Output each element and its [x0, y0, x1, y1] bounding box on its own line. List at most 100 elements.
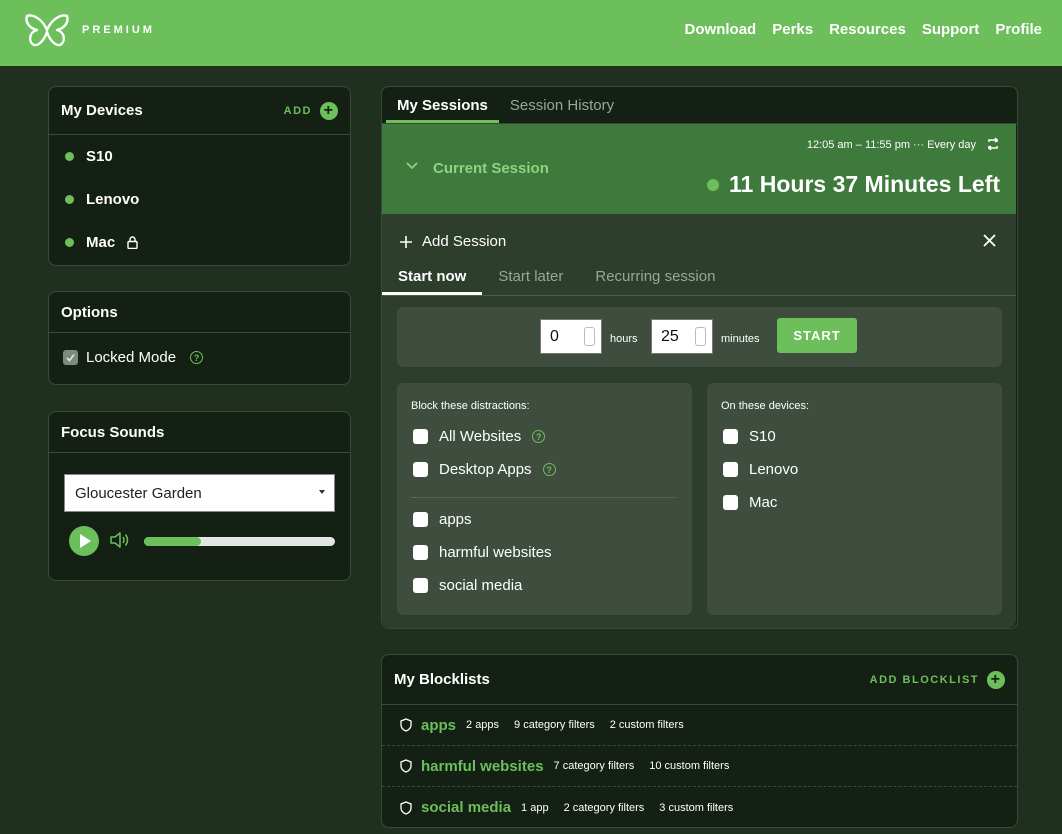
minutes-value: 25: [661, 328, 679, 345]
hours-input[interactable]: 0: [540, 319, 602, 354]
blocklist-row[interactable]: social media 1 app 2 category filters 3 …: [382, 787, 1017, 828]
help-icon[interactable]: ?: [532, 430, 546, 443]
target-device-label: S10: [749, 428, 776, 445]
target-device-option[interactable]: S10: [723, 428, 776, 445]
tab-my-sessions[interactable]: My Sessions: [386, 97, 499, 123]
blocklist-name[interactable]: social media: [421, 799, 511, 816]
help-icon[interactable]: ?: [542, 463, 556, 476]
distractions-label: Block these distractions:: [411, 400, 530, 412]
all-websites-option[interactable]: All Websites ?: [413, 428, 546, 445]
hours-stepper[interactable]: [584, 327, 595, 346]
locked-mode-row: Locked Mode ?: [49, 333, 350, 382]
devices-header: My Devices ADD +: [49, 87, 350, 135]
blocklist-checkbox[interactable]: [413, 512, 428, 527]
tab-recurring-session[interactable]: Recurring session: [579, 255, 731, 295]
target-device-option[interactable]: Mac: [723, 494, 777, 511]
blocklist-option-label: apps: [439, 511, 472, 528]
online-status-icon: [65, 238, 74, 247]
devices-title: My Devices: [61, 102, 143, 119]
nav-resources[interactable]: Resources: [829, 21, 906, 38]
device-name: Mac: [86, 234, 116, 251]
options-title: Options: [61, 303, 118, 321]
active-status-icon: [707, 179, 719, 191]
plus-circle-icon: +: [320, 101, 338, 120]
desktop-apps-option[interactable]: Desktop Apps ?: [413, 461, 556, 478]
add-blocklist-button[interactable]: ADD BLOCKLIST +: [870, 670, 1005, 689]
target-devices-label: On these devices:: [721, 400, 810, 412]
blocklist-row[interactable]: harmful websites 7 category filters 10 c…: [382, 746, 1017, 787]
locked-mode-label: Locked Mode: [86, 349, 177, 366]
blocklists-header: My Blocklists ADD BLOCKLIST +: [382, 655, 1017, 705]
start-button[interactable]: START: [777, 318, 857, 353]
tab-start-later[interactable]: Start later: [482, 255, 579, 295]
device-name: S10: [86, 148, 113, 165]
butterfly-logo-icon[interactable]: [24, 12, 70, 48]
chevron-down-icon: [319, 490, 325, 494]
lock-icon: [127, 236, 138, 249]
online-status-icon: [65, 195, 74, 204]
blocklist-name[interactable]: apps: [421, 717, 456, 734]
speaker-icon[interactable]: [109, 531, 131, 549]
shield-icon: [400, 800, 412, 815]
nav-download[interactable]: Download: [685, 21, 757, 38]
blocklist-option[interactable]: social media: [413, 577, 522, 594]
minutes-input[interactable]: 25: [651, 319, 713, 354]
sessions-tabs: My Sessions Session History: [382, 87, 1017, 124]
focus-sounds-title: Focus Sounds: [61, 423, 165, 441]
shield-icon: [400, 718, 412, 732]
nav-profile[interactable]: Profile: [995, 21, 1042, 38]
device-name: Lenovo: [86, 191, 140, 208]
top-bar: PREMIUM Download Perks Resources Support…: [0, 0, 1062, 66]
blocklist-meta: 10 custom filters: [649, 760, 730, 772]
minutes-stepper[interactable]: [695, 327, 706, 346]
blocklist-option[interactable]: apps: [413, 511, 472, 528]
duration-box: 0 hours 25 minutes START: [397, 307, 1002, 367]
blocklist-meta: 2 category filters: [563, 801, 645, 814]
all-websites-checkbox[interactable]: [413, 429, 428, 444]
blocklist-meta: 9 category filters: [514, 719, 595, 731]
close-icon[interactable]: [983, 234, 996, 247]
target-device-checkbox[interactable]: [723, 495, 738, 510]
session-type-tabs: Start now Start later Recurring session: [382, 255, 1016, 296]
blocklist-name[interactable]: harmful websites: [421, 758, 544, 775]
target-device-option[interactable]: Lenovo: [723, 461, 798, 478]
blocklist-checkbox[interactable]: [413, 578, 428, 593]
blocklist-checkbox[interactable]: [413, 545, 428, 560]
play-button[interactable]: [69, 526, 99, 556]
all-websites-label: All Websites: [439, 428, 522, 445]
sound-select[interactable]: Gloucester Garden: [64, 474, 335, 512]
nav-perks[interactable]: Perks: [772, 21, 813, 38]
add-device-button[interactable]: ADD +: [284, 101, 338, 120]
desktop-apps-checkbox[interactable]: [413, 462, 428, 477]
tab-start-now[interactable]: Start now: [382, 255, 483, 295]
sessions-card: My Sessions Session History Current Sess…: [381, 86, 1018, 629]
target-device-checkbox[interactable]: [723, 462, 738, 477]
blocklist-option[interactable]: harmful websites: [413, 544, 552, 561]
add-session-panel: Add Session Start now Start later Recurr…: [382, 214, 1016, 628]
current-session-band: Current Session 12:05 am – 11:55 pm ··· …: [382, 124, 1016, 214]
blocklist-row[interactable]: apps 2 apps 9 category filters 2 custom …: [382, 705, 1017, 746]
current-session-label[interactable]: Current Session: [433, 160, 549, 177]
volume-fill: [144, 537, 202, 546]
plus-circle-icon: +: [987, 670, 1005, 689]
brand-label: PREMIUM: [82, 24, 155, 36]
blocklist-meta: 7 category filters: [553, 760, 635, 772]
target-device-checkbox[interactable]: [723, 429, 738, 444]
chevron-down-icon[interactable]: [406, 162, 418, 170]
plus-icon: [400, 235, 412, 248]
target-device-label: Mac: [749, 494, 778, 511]
add-session-header[interactable]: Add Session: [400, 233, 506, 250]
device-item[interactable]: Mac: [49, 221, 350, 264]
locked-mode-checkbox[interactable]: [63, 350, 78, 365]
nav-support[interactable]: Support: [922, 21, 980, 38]
device-item[interactable]: S10: [49, 135, 350, 178]
help-icon[interactable]: ?: [190, 351, 204, 364]
target-device-label: Lenovo: [749, 461, 799, 478]
device-item[interactable]: Lenovo: [49, 178, 350, 221]
tab-session-history[interactable]: Session History: [499, 97, 625, 123]
blocklist-option-label: harmful websites: [439, 544, 552, 561]
target-devices-box: On these devices: S10 Lenovo Mac: [707, 383, 1002, 615]
blocklists-title: My Blocklists: [394, 671, 490, 688]
options-header: Options: [49, 292, 350, 333]
volume-slider[interactable]: [144, 537, 335, 546]
